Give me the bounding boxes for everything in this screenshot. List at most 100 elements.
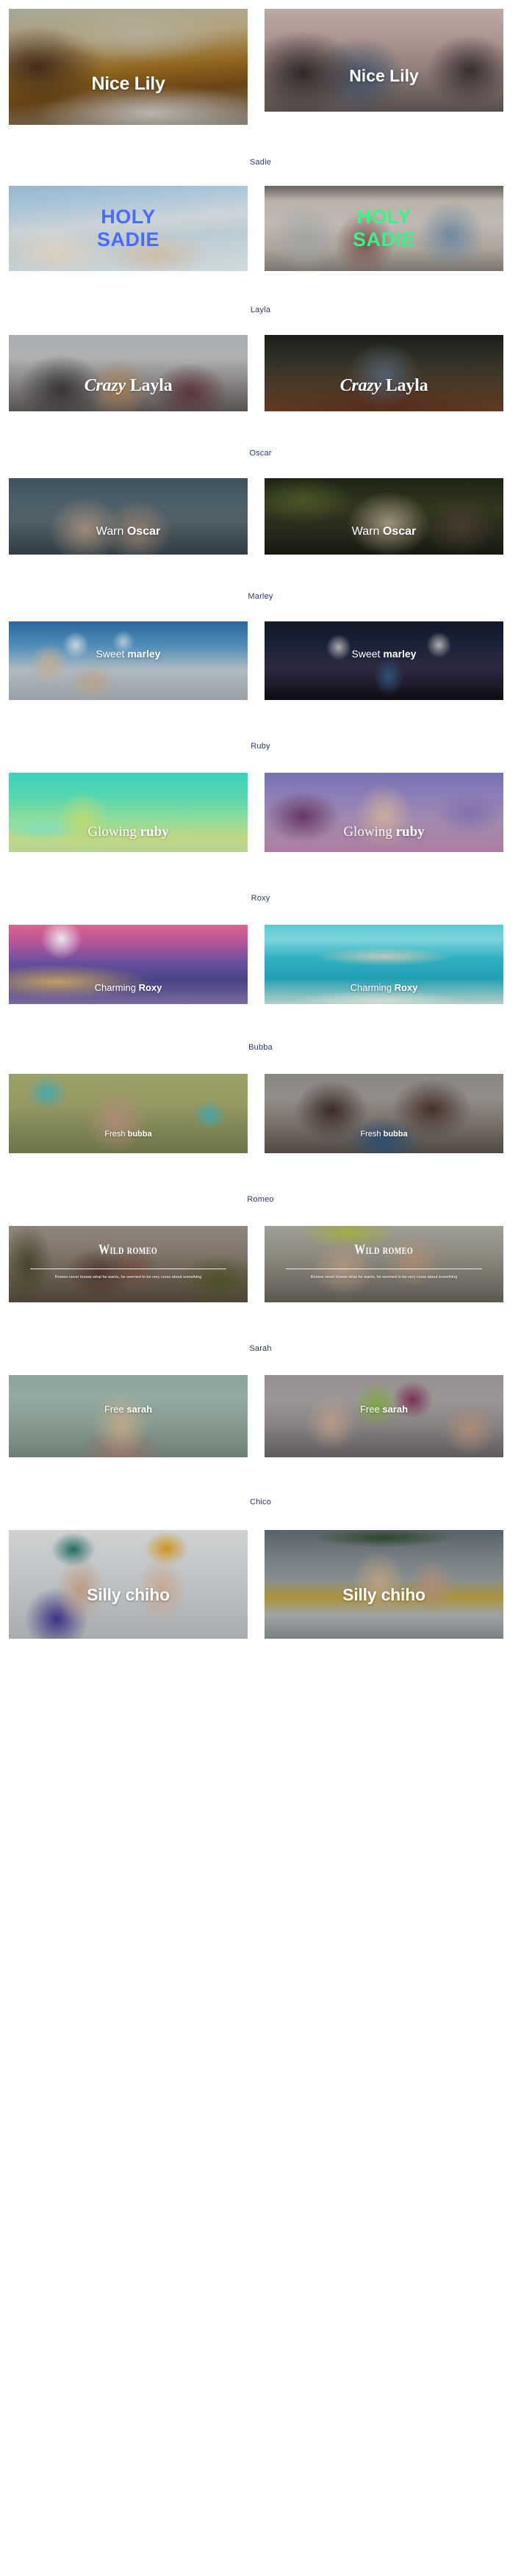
section-label-oscar: Oscar	[249, 449, 272, 458]
card-tint	[265, 478, 503, 555]
card-ruby-2[interactable]: Glowing ruby	[265, 773, 503, 852]
section-layla: Layla Crazy Layla Crazy Layla	[0, 306, 521, 411]
card-caption: Sweet marley	[265, 648, 503, 660]
caption-text-word1: Sweet	[96, 647, 125, 660]
section-label-romeo: Romeo	[247, 1195, 274, 1204]
card-row-ruby: Glowing ruby Glowing ruby	[0, 773, 521, 852]
card-tint	[9, 1375, 248, 1457]
card-tint	[9, 9, 248, 125]
section-label-bubba: Bubba	[248, 1043, 273, 1052]
section-sadie: Sadie HOLY SADIE HOLY SADIE	[0, 159, 521, 271]
card-ruby-1[interactable]: Glowing ruby	[9, 773, 248, 852]
caption-text-line2: SADIE	[96, 228, 160, 250]
caption-text-word2: Roxy	[394, 981, 418, 993]
card-oscar-1[interactable]: Warn Oscar	[9, 478, 248, 555]
section-label-sadie: Sadie	[249, 158, 272, 167]
caption-text: Silly chiho	[87, 1584, 170, 1604]
caption-text: Nice Lily	[91, 73, 165, 94]
caption-text-word2: bubba	[383, 1130, 408, 1139]
caption-text-word2: bubba	[127, 1130, 152, 1139]
caption-text-word1: Free	[359, 1403, 380, 1415]
card-row-marley: Sweet marley Sweet marley	[0, 621, 521, 700]
section-label-layla: Layla	[250, 306, 271, 314]
card-tint	[265, 335, 503, 411]
card-sarah-2[interactable]: Free sarah	[265, 1375, 503, 1457]
section-bubba: Bubba Fresh bubba Fresh bubba	[0, 1044, 521, 1153]
caption-text-word1: Charming	[350, 981, 392, 993]
card-caption: Silly chiho	[265, 1585, 503, 1605]
card-gallery-page: Nice Lily Nice Lily Sadie HOLY SADIE HOL…	[0, 0, 521, 1639]
card-tint	[9, 335, 248, 411]
card-marley-1[interactable]: Sweet marley	[9, 621, 248, 700]
card-tint	[265, 621, 503, 700]
card-row-oscar: Warn Oscar Warn Oscar	[0, 478, 521, 555]
card-chico-1[interactable]: Silly chiho	[9, 1530, 248, 1639]
caption-text: Nice Lily	[349, 65, 419, 85]
card-romeo-1[interactable]: Wild romeo Romeo never knows what he wan…	[9, 1226, 248, 1302]
card-tint	[265, 1375, 503, 1457]
card-caption: Sweet marley	[9, 648, 248, 660]
caption-text-word2: sarah	[126, 1403, 153, 1415]
caption-text-word2: sarah	[382, 1403, 409, 1415]
card-row-sadie: HOLY SADIE HOLY SADIE	[0, 186, 521, 271]
card-oscar-2[interactable]: Warn Oscar	[265, 478, 503, 555]
card-marley-2[interactable]: Sweet marley	[265, 621, 503, 700]
card-layla-2[interactable]: Crazy Layla	[265, 335, 503, 411]
caption-text-word1: Free	[104, 1403, 124, 1415]
section-lily: Nice Lily Nice Lily	[0, 0, 521, 125]
card-caption: Glowing ruby	[9, 824, 248, 840]
caption-text-word2: ruby	[140, 824, 169, 840]
card-caption: Free sarah	[9, 1404, 248, 1415]
caption-text-word2: Roxy	[138, 981, 162, 993]
card-sadie-2[interactable]: HOLY SADIE	[265, 186, 503, 271]
caption-text-word2: marley	[127, 647, 161, 660]
card-caption: Glowing ruby	[265, 824, 503, 840]
card-sadie-1[interactable]: HOLY SADIE	[9, 186, 248, 271]
card-tint	[9, 621, 248, 700]
card-bubba-1[interactable]: Fresh bubba	[9, 1074, 248, 1153]
caption-text-word1: Crazy	[339, 375, 382, 395]
card-layla-1[interactable]: Crazy Layla	[9, 335, 248, 411]
caption-text-line1: HOLY	[101, 205, 156, 228]
caption-text-word2: Oscar	[126, 525, 161, 538]
card-caption: Charming Roxy	[265, 982, 503, 993]
card-tint	[9, 1074, 248, 1153]
card-caption: Crazy Layla	[9, 376, 248, 396]
caption-text-word1: Glowing	[343, 824, 392, 840]
card-tint	[9, 478, 248, 555]
card-row-chico: Silly chiho Silly chiho	[0, 1530, 521, 1639]
card-caption: Wild romeo Romeo never knows what he wan…	[265, 1226, 503, 1282]
card-roxy-2[interactable]: Charming Roxy	[265, 925, 503, 1004]
card-roxy-1[interactable]: Charming Roxy	[9, 925, 248, 1004]
card-row-romeo: Wild romeo Romeo never knows what he wan…	[0, 1226, 521, 1302]
card-row-bubba: Fresh bubba Fresh bubba	[0, 1074, 521, 1153]
card-row-lily: Nice Lily Nice Lily	[0, 9, 521, 125]
caption-text-word1: Crazy	[84, 375, 126, 395]
card-romeo-2[interactable]: Wild romeo Romeo never knows what he wan…	[265, 1226, 503, 1302]
card-lily-2[interactable]: Nice Lily	[265, 9, 503, 112]
card-caption: Warn Oscar	[9, 525, 248, 538]
caption-text-word1: Warn	[351, 525, 380, 538]
card-caption: Nice Lily	[9, 73, 248, 95]
card-bubba-2[interactable]: Fresh bubba	[265, 1074, 503, 1153]
caption-text: Silly chiho	[342, 1584, 425, 1604]
section-label-roxy: Roxy	[251, 894, 270, 903]
card-caption: Charming Roxy	[9, 982, 248, 993]
caption-text-word1: Glowing	[87, 824, 137, 840]
caption-text-word2: Layla	[385, 375, 428, 395]
card-chico-2[interactable]: Silly chiho	[265, 1530, 503, 1639]
section-roxy: Roxy Charming Roxy Charming Roxy	[0, 895, 521, 1004]
section-label-sarah: Sarah	[249, 1344, 272, 1353]
caption-text: Wild romeo	[354, 1242, 414, 1258]
card-caption: Free sarah	[265, 1404, 503, 1415]
card-lily-1[interactable]: Nice Lily	[9, 9, 248, 125]
caption-text-word2: marley	[383, 647, 417, 660]
section-oscar: Oscar Warn Oscar Warn Oscar	[0, 450, 521, 555]
section-marley: Marley Sweet marley Sweet marley	[0, 593, 521, 700]
section-label-chico: Chico	[249, 1498, 272, 1507]
card-caption: Silly chiho	[9, 1585, 248, 1605]
card-sarah-1[interactable]: Free sarah	[9, 1375, 248, 1457]
card-tint	[265, 9, 503, 112]
section-sarah: Sarah Free sarah Free sarah	[0, 1345, 521, 1457]
card-caption: Warn Oscar	[265, 525, 503, 538]
